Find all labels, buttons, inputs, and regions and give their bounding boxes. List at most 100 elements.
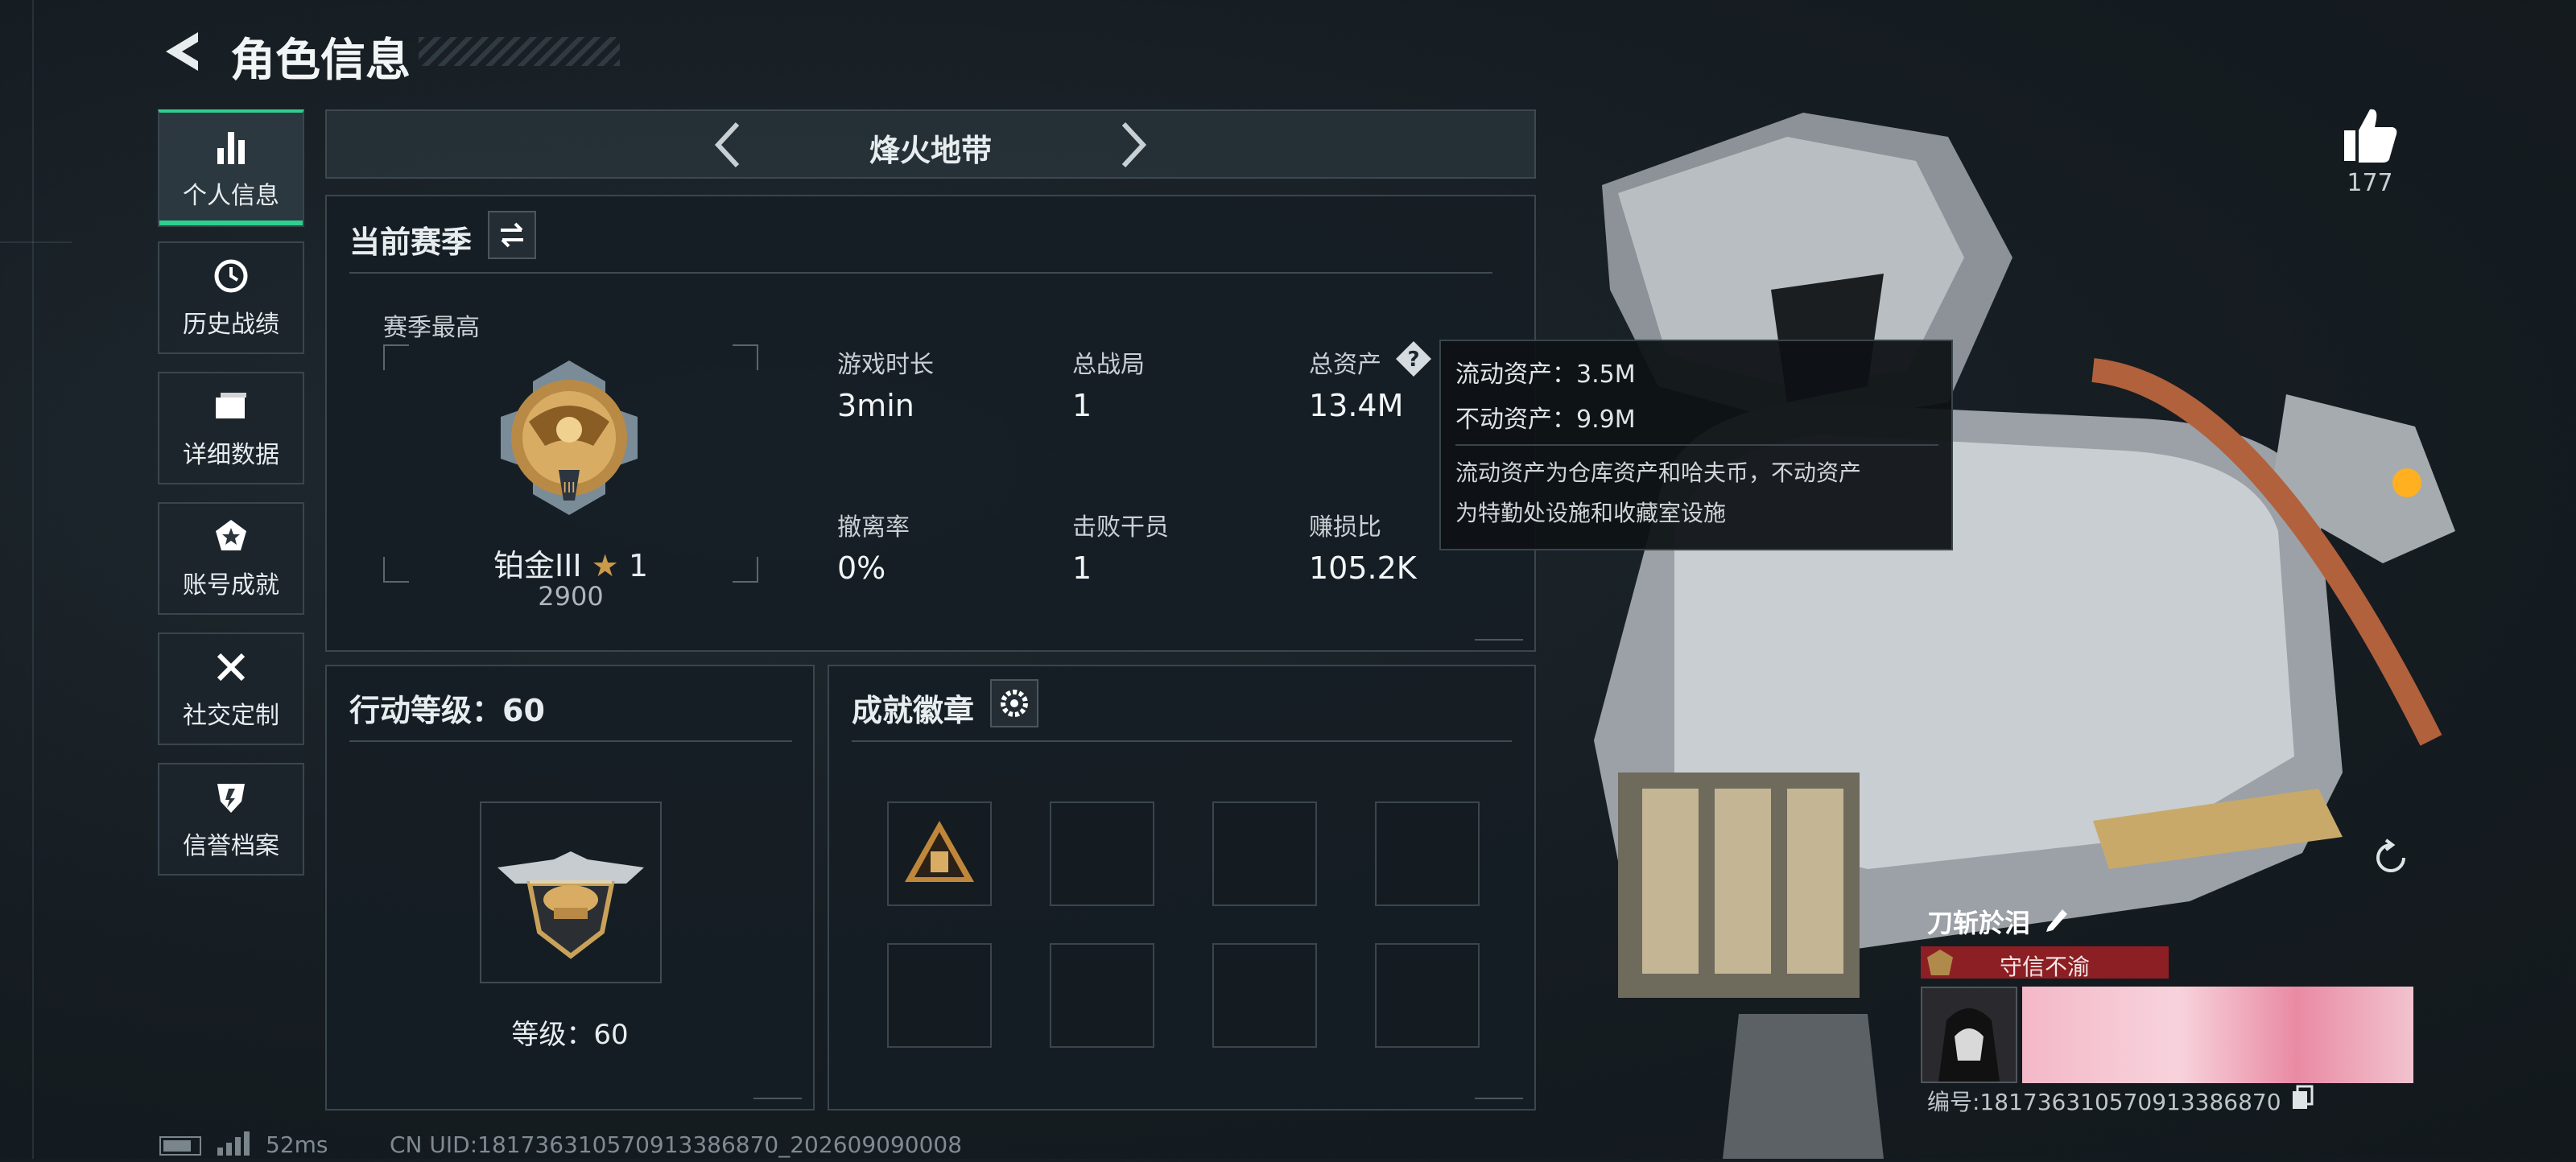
back-button[interactable] [158,26,206,77]
gear-icon [1001,690,1028,717]
action-level-title: 行动等级：60 [349,693,545,728]
tooltip-fixed-assets: 不动资产：9.9M [1455,406,1636,434]
sidebar-item-label: 详细数据 [183,441,279,469]
bar-chart-icon [217,132,245,164]
sidebar-item-achievements[interactable]: 账号成就 [158,502,304,615]
tooltip-desc-line2: 为特勤处设施和收藏室设施 [1455,500,1727,526]
stat-label-profit-ratio: 赚损比 [1309,513,1381,542]
sidebar-item-social[interactable]: 社交定制 [158,633,304,745]
uid-text: CN UID:1817363105709133868​70_2026090900… [390,1131,963,1158]
action-level-emblem-frame [480,801,662,983]
badge-title: 守信不渝 [1999,954,2090,980]
achievement-slot[interactable] [1375,943,1480,1048]
achievement-slot[interactable] [1375,801,1480,906]
stat-label-matches: 总战局 [1072,351,1145,379]
badge-title-bar: 守信不渝 [1921,946,2169,980]
tools-icon [217,653,246,682]
svg-text:III: III [563,480,576,497]
avatar-portrait-icon [1938,1008,2000,1082]
next-mode-button[interactable] [1108,119,1156,171]
mode-switcher-bar: 烽火地带 [325,109,1536,179]
achievement-slot[interactable] [1050,801,1154,906]
achievement-slot[interactable] [887,801,992,906]
achievement-panel: 成就徽章 [828,665,1536,1110]
season-title: 当前赛季 [349,225,473,260]
rank-stars: 1 [628,548,649,583]
stat-value-profit-ratio: 105.2K [1309,550,1417,586]
rank-star-icon: ★ [591,548,619,583]
sidebar-item-detailed-data[interactable]: 详细数据 [158,372,304,484]
stat-label-extract-rate: 撤离率 [837,513,910,542]
player-avatar[interactable] [1921,987,2017,1083]
copy-id-button[interactable] [2289,1083,2317,1110]
sidebar-item-label: 社交定制 [183,702,279,730]
sidebar-item-personal-info[interactable]: 个人信息 [158,109,304,227]
stat-value-kills: 1 [1072,550,1092,586]
sidebar-item-label: 历史战绩 [183,311,279,339]
stat-value-extract-rate: 0% [837,550,886,586]
rank-name-row: 铂金III ★ 1 [383,541,758,585]
achievement-slot[interactable] [1212,801,1317,906]
sidebar-item-label: 个人信息 [183,182,279,210]
divider [852,740,1512,742]
copy-icon [2293,1085,2314,1109]
battery-icon [159,1136,201,1156]
folder-icon [216,393,246,418]
stat-label-kills: 击败干员 [1072,513,1169,542]
player-card: 刀斩於泪 守信不渝 编号:1817363105709133868​70 [1919,893,2413,1115]
help-icon[interactable]: ? [1394,340,1433,378]
rank-name: 铂金III [493,548,582,583]
page-title: 角色信息 [230,35,411,87]
rotate-icon [2376,839,2405,872]
back-arrow-icon [166,32,198,71]
sidebar-item-label: 信誉档案 [183,832,279,860]
stat-label-playtime: 游戏时长 [837,351,934,379]
divider [349,740,792,742]
achievement-triangle-badge-icon [905,821,974,882]
player-id: 编号:1817363105709133868​70 [1927,1089,2281,1115]
sidebar-item-credit[interactable]: 信誉档案 [158,763,304,876]
achievement-slot[interactable] [1050,943,1154,1048]
mode-title: 烽火地带 [869,133,992,168]
corner-deco [1475,628,1523,641]
helicopter-emblem-icon [497,851,644,959]
achievement-settings-button[interactable] [990,679,1038,727]
bg-frame-line [32,0,34,1159]
edit-name-button[interactable] [2041,903,2074,935]
like-button[interactable] [2338,103,2402,167]
stat-value-playtime: 3min [837,388,914,423]
rotate-character-button[interactable] [2367,834,2415,882]
bg-frame-line [0,241,72,243]
action-level-panel: 行动等级：60 等级：60 [325,665,815,1110]
divider [1455,444,1938,446]
rank-score: 2900 [538,581,604,612]
corner-deco [1475,1086,1523,1099]
action-level-text: 等级：60 [511,1019,629,1051]
swap-icon [501,222,523,248]
rank-emblem: III [485,357,654,521]
chevron-right-icon [1121,122,1147,168]
sidebar-item-label: 账号成就 [183,571,279,600]
history-clock-icon [214,259,248,293]
season-best-label: 赛季最高 [383,314,480,342]
stat-value-matches: 1 [1072,388,1092,423]
tooltip-desc-line1: 流动资产为仓库资产和哈夫币，不动资产 [1455,459,1862,486]
thumbs-up-icon [2344,109,2397,163]
season-panel: 当前赛季 赛季最高 III 铂金III ★ 1 2900 游戏时长 3min 总… [325,195,1536,652]
achievement-title: 成就徽章 [852,693,975,728]
achievement-slot[interactable] [887,943,992,1048]
signal-icon [216,1130,251,1160]
achievement-slot[interactable] [1212,943,1317,1048]
assets-tooltip: 流动资产：3.5M 不动资产：9.9M 流动资产为仓库资产和哈夫币，不动资产 为… [1439,340,1953,550]
like-count: 177 [2347,169,2393,197]
corner-deco [753,1086,802,1099]
season-switch-button[interactable] [488,211,536,259]
ping-text: 52ms [266,1131,328,1158]
shield-icon [217,784,245,813]
sidebar-item-history[interactable]: 历史战绩 [158,241,304,354]
tooltip-liquid-assets: 流动资产：3.5M [1455,361,1636,389]
player-banner[interactable] [2022,987,2413,1083]
divider [349,272,1492,274]
stat-value-total-assets: 13.4M [1309,388,1404,423]
stat-label-total-assets: 总资产 [1309,351,1381,379]
